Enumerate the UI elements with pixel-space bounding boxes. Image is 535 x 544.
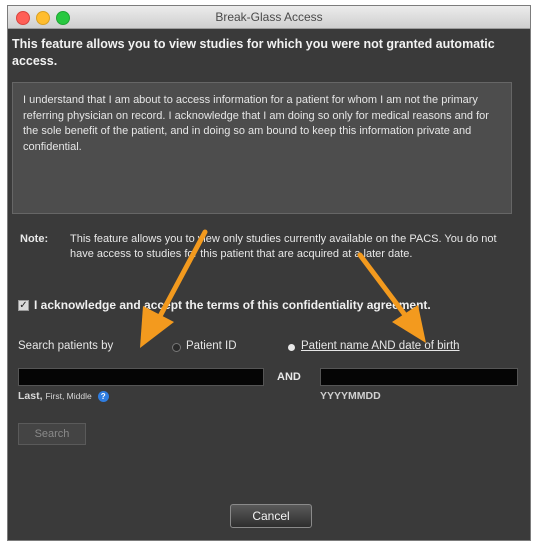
dob-format-hint: YYYYMMDD xyxy=(320,390,381,402)
date-of-birth-input[interactable] xyxy=(320,368,518,386)
patient-id-label[interactable]: Patient ID xyxy=(186,340,237,352)
acknowledge-checkbox[interactable]: ✓ xyxy=(18,300,29,311)
patient-name-dob-radio[interactable] xyxy=(288,344,295,351)
agreement-text: I understand that I am about to access i… xyxy=(12,82,512,214)
cancel-button[interactable]: Cancel xyxy=(230,504,312,528)
search-by-row: Search patients by Patient ID Patient na… xyxy=(18,340,518,358)
acknowledge-row[interactable]: ✓ I acknowledge and accept the terms of … xyxy=(18,298,518,316)
note-text: This feature allows you to view only stu… xyxy=(70,233,497,260)
patient-id-radio[interactable] xyxy=(172,343,181,352)
feature-description: This feature allows you to view studies … xyxy=(12,37,495,68)
search-button[interactable]: Search xyxy=(18,423,86,445)
search-by-label: Search patients by xyxy=(18,340,114,352)
name-format-hint: Last, First, Middle ? xyxy=(18,390,109,402)
window-title: Break-Glass Access xyxy=(215,10,323,24)
patient-name-dob-label[interactable]: Patient name AND date of birth xyxy=(301,340,460,352)
patient-name-input[interactable] xyxy=(18,368,264,386)
acknowledge-label[interactable]: I acknowledge and accept the terms of th… xyxy=(34,298,431,312)
note-label: Note: xyxy=(20,233,49,245)
name-hint-first-middle: First, Middle xyxy=(45,391,92,401)
and-label: AND xyxy=(277,371,301,383)
name-hint-last: Last, xyxy=(18,390,43,402)
title-bar: Break-Glass Access xyxy=(8,6,530,29)
help-icon[interactable]: ? xyxy=(97,390,109,402)
